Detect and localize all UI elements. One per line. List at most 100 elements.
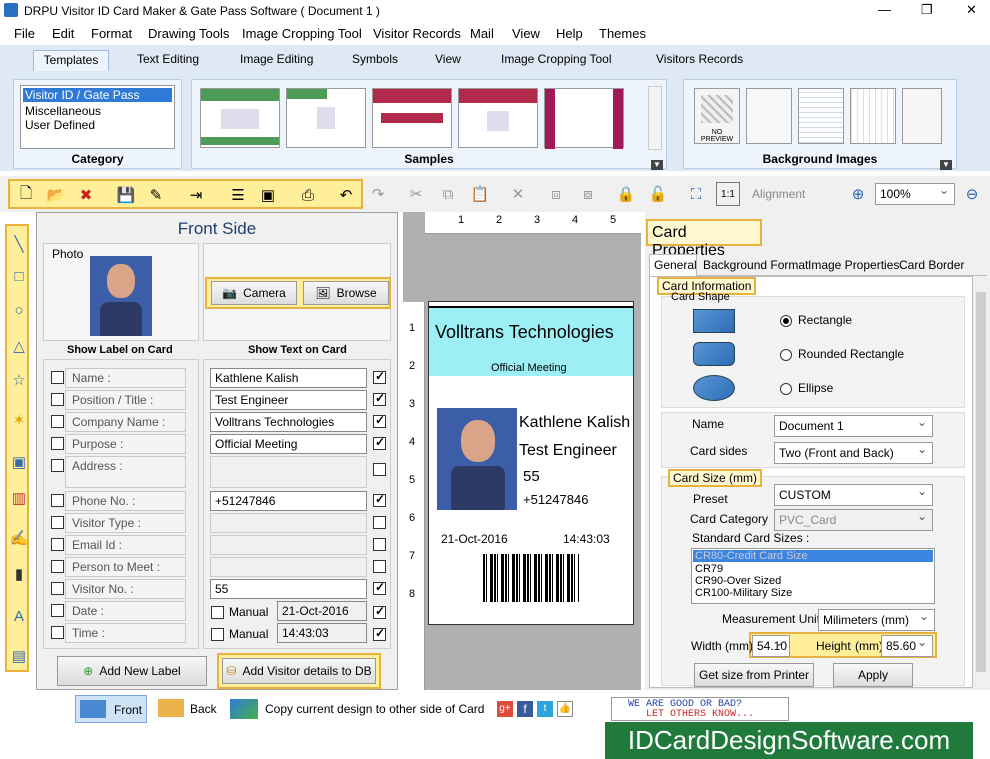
text-tool-icon[interactable]: A [7,600,31,632]
tab-image-editing[interactable]: Image Editing [240,52,313,66]
menu-mail[interactable]: Mail [470,26,494,41]
minimize-button[interactable]: — [878,2,891,17]
redo-icon[interactable]: ↷ [366,182,390,206]
purpose-input[interactable]: Official Meeting [210,434,367,454]
new-icon[interactable]: 🗋 [14,183,38,207]
purpose-show-checkbox[interactable] [373,435,386,450]
category-list[interactable]: Visitor ID / Gate Pass Miscellaneous Use… [20,85,175,149]
paste-icon[interactable]: 📋 [468,182,492,206]
signature-tool-icon[interactable]: ✍ [7,522,31,554]
rectangle-tool-icon[interactable]: □ [7,260,31,292]
bring-front-icon[interactable]: ⧈ [544,182,568,206]
cut-icon[interactable]: ✂ [404,182,428,206]
phone-input[interactable]: +51247846 [210,491,367,511]
facebook-icon[interactable]: f [517,701,533,717]
props-tab-image-properties[interactable]: Image Properties [808,258,899,272]
image-tool-icon[interactable]: ▣ [7,446,31,478]
date-manual-checkbox[interactable] [211,606,224,619]
email-show-checkbox[interactable] [373,538,386,551]
bg-thumbnail-3[interactable] [798,88,844,144]
fit-icon[interactable]: ⛶ [684,182,708,206]
sample-thumbnail-2[interactable] [286,88,366,148]
menu-view[interactable]: View [512,26,540,41]
sample-thumbnail-5[interactable] [544,88,624,149]
date-label-checkbox[interactable] [51,604,64,617]
tab-symbols[interactable]: Symbols [352,52,398,66]
close-button[interactable]: ✕ [966,2,977,18]
purpose-label-checkbox[interactable] [51,437,64,450]
position-show-checkbox[interactable] [373,391,386,406]
send-back-icon[interactable]: ⧇ [576,182,600,206]
doc-name-input[interactable]: Document 1 [774,415,933,437]
person-label-checkbox[interactable] [51,560,64,573]
camera-button[interactable]: 📷 Camera [211,281,297,305]
shape-tool-icon[interactable]: ✶ [7,404,31,436]
position-input[interactable]: Test Engineer [210,390,367,410]
print-icon[interactable]: ⎙ [296,183,320,207]
barcode-tool-icon[interactable]: ▮ [7,558,31,590]
preset-select[interactable]: CUSTOM [774,484,933,506]
menu-drawing-tools[interactable]: Drawing Tools [148,26,229,41]
category-item-user-defined[interactable]: User Defined [21,118,174,132]
std-size-item[interactable]: CR80-Credit Card Size [693,550,933,562]
name-show-checkbox[interactable] [373,369,386,384]
menu-visitor-records[interactable]: Visitor Records [373,26,461,41]
time-label-checkbox[interactable] [51,626,64,639]
address-input[interactable] [210,456,367,488]
sample-thumbnail-3[interactable] [372,88,452,148]
time-input[interactable]: 14:43:03 [277,623,367,643]
visitor-type-show-checkbox[interactable] [373,516,386,529]
sample-thumbnail-1[interactable] [200,88,280,148]
visitor-no-input[interactable]: 55 [210,579,367,599]
samples-scrollbar[interactable] [648,86,662,150]
undo-icon[interactable]: ↶ [334,183,358,207]
tab-text-editing[interactable]: Text Editing [137,52,199,66]
bg-thumbnail-1[interactable]: NO PREVIEW [694,88,740,144]
address-label-checkbox[interactable] [51,459,64,472]
ellipse-tool-icon[interactable]: ○ [7,294,31,326]
name-input[interactable]: Kathlene Kalish [210,368,367,388]
image-icon[interactable]: ▣ [256,183,280,207]
category-item-visitor-id[interactable]: Visitor ID / Gate Pass [23,88,172,102]
time-manual-checkbox[interactable] [211,628,224,641]
feedback-button[interactable]: WE ARE GOOD OR BAD? LET OTHERS KNOW... [611,697,789,721]
props-tab-background-format[interactable]: Background Format [703,258,808,272]
line-tool-icon[interactable]: ╲ [7,228,31,260]
bg-thumbnail-4[interactable] [850,88,896,144]
browse-button[interactable]: 🖼 Browse [303,281,389,305]
watermark-tool-icon[interactable]: ▤ [7,640,31,672]
menu-edit[interactable]: Edit [52,26,74,41]
menu-help[interactable]: Help [556,26,583,41]
std-size-item[interactable]: CR79 [692,563,934,575]
company-input[interactable]: Volltrans Technologies [210,412,367,432]
close-doc-icon[interactable]: ✖ [74,183,98,207]
add-new-label-button[interactable]: ⊕ Add New Label [57,656,207,686]
back-side-button[interactable]: Back [154,695,222,723]
id-card-preview[interactable]: Volltrans Technologies Official Meeting … [428,301,634,625]
menu-image-cropping-tool[interactable]: Image Cropping Tool [242,26,362,41]
zoom-combo[interactable]: 100% [875,183,955,205]
person-show-checkbox[interactable] [373,560,386,573]
triangle-tool-icon[interactable]: △ [7,330,31,362]
email-input[interactable] [210,535,367,555]
company-label-checkbox[interactable] [51,415,64,428]
measurement-unit-select[interactable]: Milimeters (mm) [818,609,935,631]
visitor-no-label-checkbox[interactable] [51,582,64,595]
save-as-icon[interactable]: ✎ [144,183,168,207]
lock-icon[interactable]: 🔒 [614,182,638,206]
visitor-type-input[interactable] [210,513,367,533]
person-input[interactable] [210,557,367,577]
category-item-miscellaneous[interactable]: Miscellaneous [21,104,174,118]
zoom-out-icon[interactable]: ⊖ [960,182,984,206]
copy-design-button[interactable]: Copy current design to other side of Car… [230,695,488,723]
front-side-button[interactable]: Front [75,695,147,723]
restore-button[interactable]: ❐ [921,2,933,18]
tab-templates[interactable]: Templates [33,50,109,71]
menu-file[interactable]: File [14,26,35,41]
actual-size-icon[interactable]: 1:1 [716,182,740,206]
std-size-item[interactable]: CR90-Over Sized [692,575,934,587]
phone-label-checkbox[interactable] [51,494,64,507]
email-label-checkbox[interactable] [51,538,64,551]
props-tab-general[interactable]: General [649,254,697,276]
sample-thumbnail-4[interactable] [458,88,538,148]
